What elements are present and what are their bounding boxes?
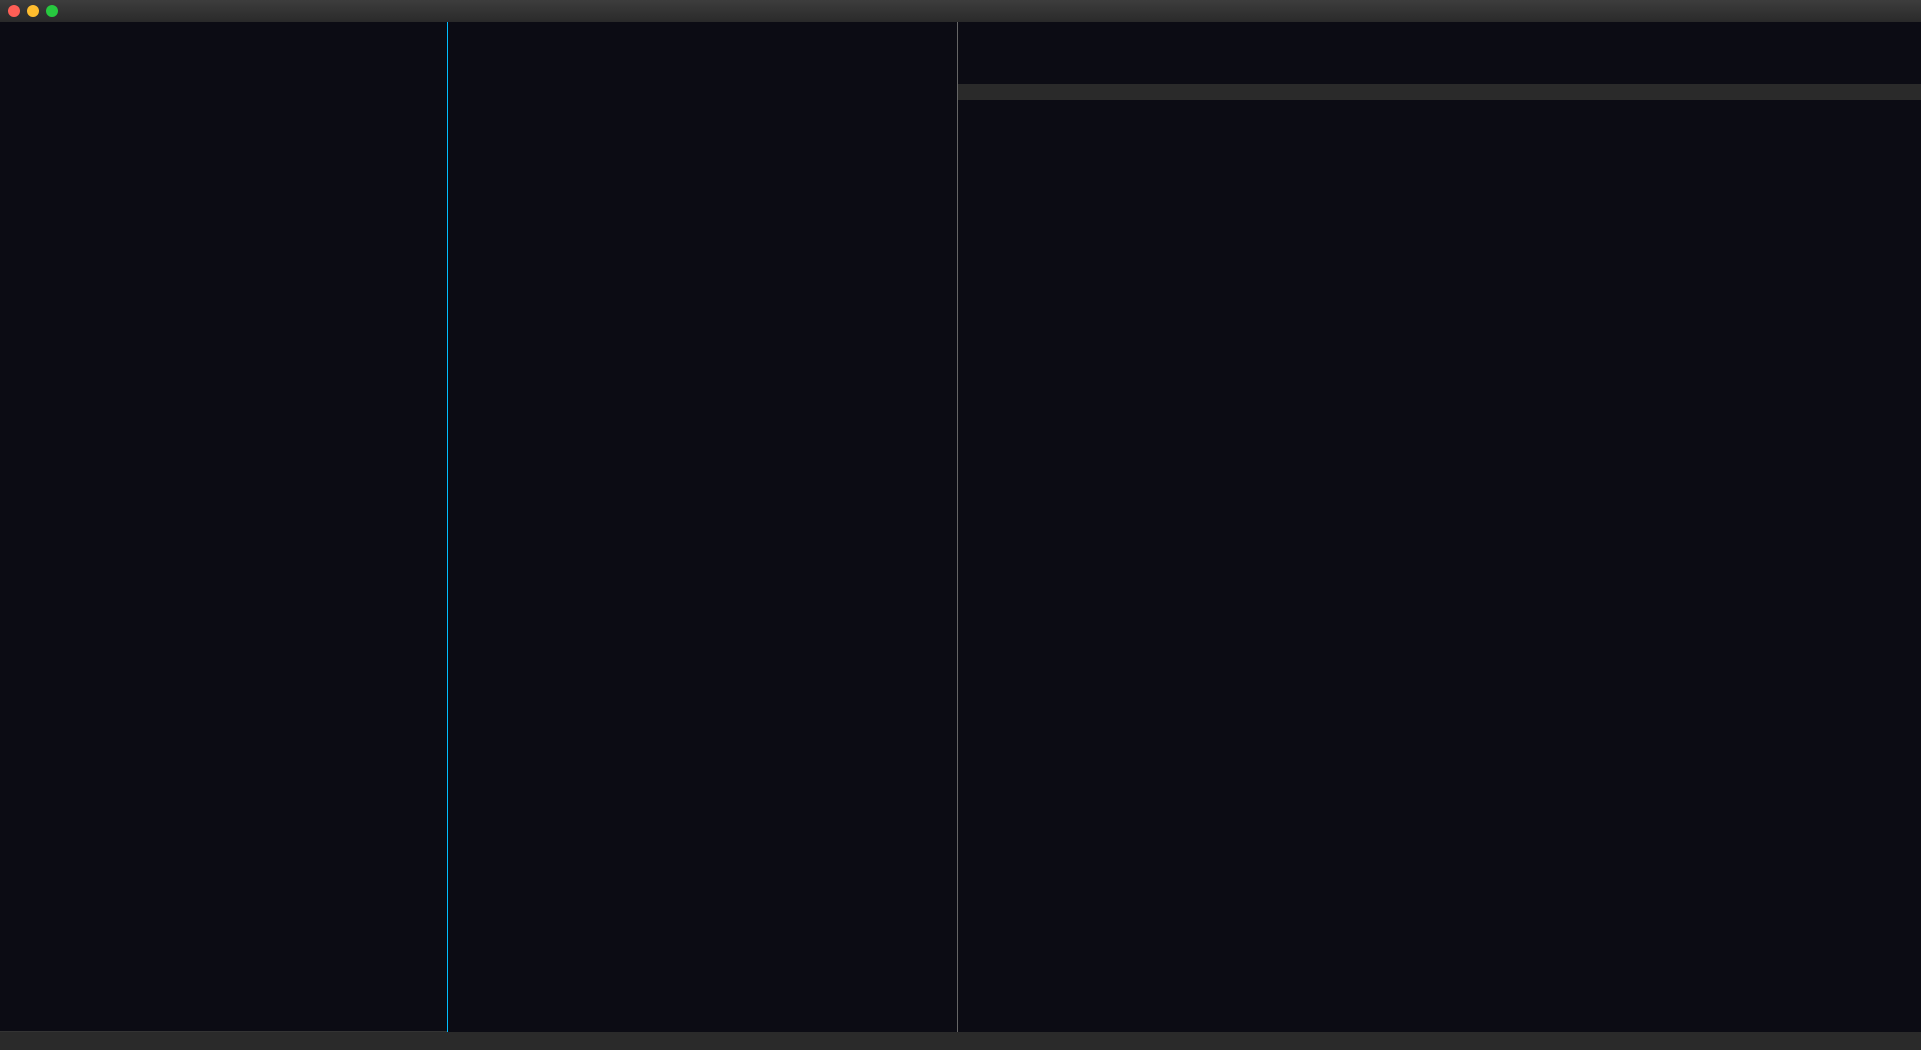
close-window-button[interactable] — [8, 5, 20, 17]
editor-pane-index[interactable] — [958, 22, 1921, 1032]
tmux-statusbar — [0, 1032, 1921, 1050]
editor-pane-drill-down[interactable] — [448, 22, 958, 1032]
vim-statusline-active — [448, 84, 957, 100]
zoom-window-button[interactable] — [46, 5, 58, 17]
minimize-window-button[interactable] — [27, 5, 39, 17]
tmux-workspace — [0, 22, 1921, 1032]
traffic-lights — [8, 5, 58, 17]
vim-statusline-inactive — [958, 84, 1921, 100]
shell-pane[interactable] — [0, 22, 448, 1032]
window-titlebar — [0, 0, 1921, 22]
